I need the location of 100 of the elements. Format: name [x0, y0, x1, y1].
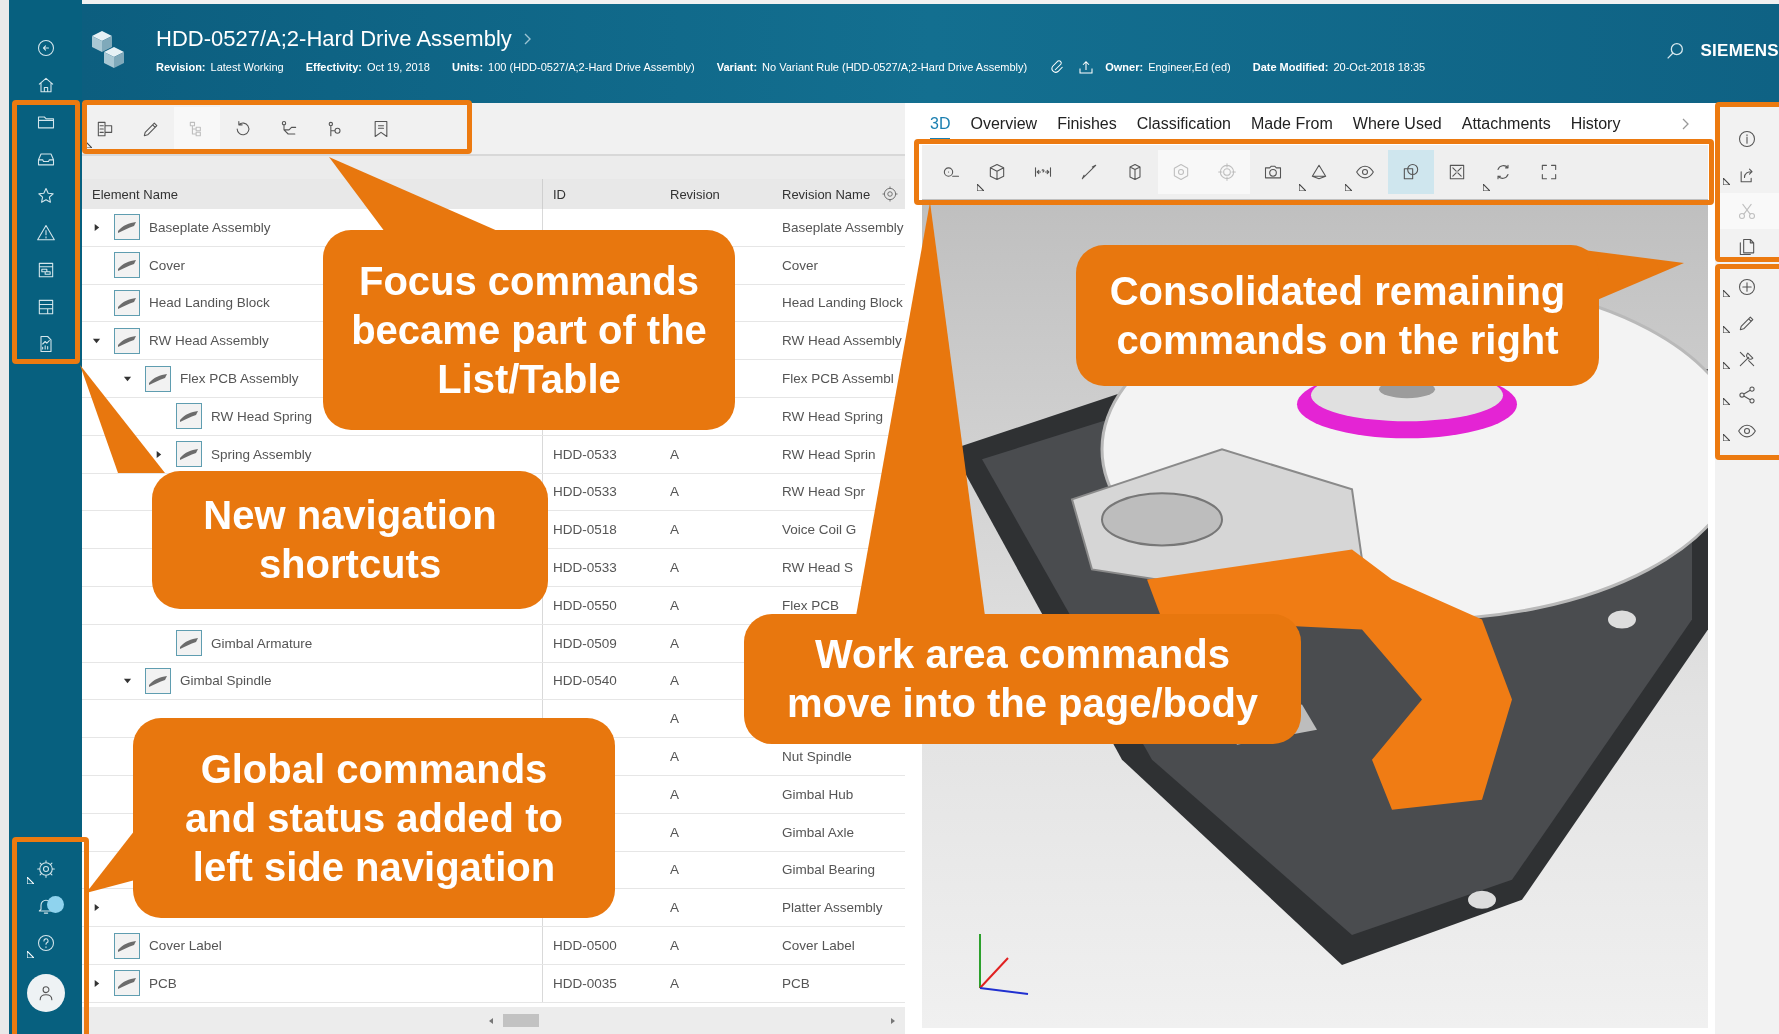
element-name[interactable]: Cover Label — [149, 938, 222, 954]
table-cell: HDD-0533 — [553, 484, 617, 500]
shapes-button[interactable] — [1388, 150, 1434, 194]
table-cell: Flex PCB — [782, 597, 839, 613]
element-name[interactable]: Head Landing Block — [149, 295, 270, 311]
warning-icon — [35, 222, 56, 243]
table-cell: Gimbal Bearing — [782, 862, 876, 878]
table-cell: A — [670, 522, 679, 538]
table-cell: HDD-0540 — [553, 673, 617, 689]
table-cell: HDD-0035 — [553, 975, 617, 991]
callout-pointer — [86, 830, 135, 893]
table-cell: A — [670, 824, 679, 840]
settings-icon[interactable] — [881, 185, 899, 203]
menu-indicator-icon — [1483, 184, 1490, 191]
tab[interactable]: 3D — [930, 108, 951, 140]
fullscreen-icon — [1539, 162, 1559, 182]
expand-arrow-icon[interactable] — [92, 978, 101, 988]
table-cell: A — [670, 749, 679, 765]
menu-indicator-icon — [1723, 290, 1730, 297]
table-cell: A — [670, 711, 679, 727]
scroll-right-icon[interactable] — [889, 1016, 897, 1025]
table-cell: Platter Assembly — [782, 900, 883, 916]
column-header[interactable]: ID — [543, 179, 660, 209]
section-icon — [1309, 162, 1329, 182]
table-cell: RW Head Spring — [782, 408, 884, 424]
collapse-arrow-icon[interactable] — [123, 374, 132, 384]
callout: Global commands and status added to left side navigation — [133, 718, 615, 918]
copy-icon — [1737, 237, 1757, 257]
table-cell: Head Landing Block — [782, 295, 903, 311]
table-cell: Baseplate Assembly — [782, 219, 904, 235]
meta-value: 100 (HDD-0527/A;2-Hard Drive Assembly) — [488, 60, 695, 73]
column-header[interactable]: Revision — [660, 179, 772, 209]
star-icon — [35, 185, 56, 206]
part-thumbnail — [176, 630, 202, 657]
tab[interactable]: Where Used — [1352, 108, 1442, 140]
table-cell: A — [670, 484, 679, 500]
tab[interactable]: Overview — [970, 108, 1038, 140]
element-name[interactable]: Spring Assembly — [211, 446, 312, 462]
info-icon — [1737, 129, 1757, 149]
scrollbar-thumb[interactable] — [503, 1014, 539, 1027]
brand-logo: SIEMENS — [1700, 40, 1779, 61]
expand-arrow-icon[interactable] — [154, 449, 163, 459]
part-thumbnail — [145, 667, 171, 694]
table-cell: Gimbal Hub — [782, 786, 854, 802]
tab[interactable]: History — [1570, 108, 1621, 140]
part-thumbnail — [114, 970, 140, 997]
callout: Consolidated remaining commands on the right — [1076, 245, 1599, 386]
collapse-arrow-icon[interactable] — [123, 676, 132, 686]
column-header[interactable]: Revision Name — [782, 186, 871, 202]
target-icon — [1217, 162, 1237, 182]
table-cell: RW Head Sprin — [782, 446, 876, 462]
meta-value: Oct 19, 2018 — [366, 60, 430, 73]
menu-indicator-icon — [977, 184, 984, 191]
callout: New navigation shortcuts — [152, 471, 548, 609]
user-avatar[interactable] — [26, 974, 65, 1012]
table-cell: Flex PCB Assembl — [782, 371, 894, 387]
menu-indicator-icon — [1723, 398, 1730, 405]
table-cell: HDD-0500 — [553, 938, 617, 954]
element-name[interactable]: Cover — [149, 257, 185, 273]
element-name[interactable]: PCB — [149, 975, 177, 991]
expand-arrow-icon[interactable] — [92, 903, 101, 913]
cube-icon — [987, 162, 1007, 182]
table-cell: RW Head S — [782, 560, 854, 576]
menu-indicator-icon — [1723, 362, 1730, 369]
chevron-icon[interactable] — [1680, 116, 1690, 132]
tab[interactable]: Finishes — [1057, 108, 1117, 140]
element-name[interactable]: RW Head Assembly — [149, 333, 269, 349]
meta-value: 20-Oct-2018 18:35 — [1333, 60, 1426, 73]
meta-label: Owner: — [1105, 60, 1144, 73]
element-name[interactable]: Gimbal Spindle — [180, 673, 272, 689]
part-thumbnail — [114, 252, 140, 279]
expand-arrow-icon[interactable] — [92, 222, 101, 232]
back-icon — [35, 37, 56, 58]
fit-icon — [1447, 162, 1467, 182]
add-icon — [1737, 277, 1757, 297]
tab[interactable]: Classification — [1136, 108, 1231, 140]
tools-icon — [1737, 349, 1757, 369]
collapse-arrow-icon[interactable] — [92, 336, 101, 346]
element-name[interactable]: Baseplate Assembly — [149, 219, 271, 235]
network-icon — [1737, 385, 1757, 405]
table-cell: A — [670, 597, 679, 613]
tab[interactable]: Attachments — [1461, 108, 1551, 140]
scroll-left-icon[interactable] — [487, 1016, 495, 1025]
menu-indicator-icon — [1345, 184, 1352, 191]
table-cell: Cover Label — [782, 938, 855, 954]
element-name[interactable]: Flex PCB Assembly — [180, 371, 299, 387]
element-name[interactable]: Gimbal Armature — [211, 635, 313, 651]
table-cell: A — [670, 446, 679, 462]
table-cell: HDD-0550 — [553, 597, 617, 613]
element-name[interactable]: RW Head Spring — [211, 408, 313, 424]
meta-value: No Variant Rule (HDD-0527/A;2-Hard Drive Assembly) — [762, 60, 1028, 73]
tab[interactable]: Made From — [1251, 108, 1333, 140]
meta-label: Date Modified: — [1252, 60, 1329, 73]
meta-label: Variant: — [716, 60, 758, 73]
settings-icon — [35, 858, 56, 879]
table-cell: A — [670, 975, 679, 991]
menu-indicator-icon — [1723, 434, 1730, 441]
table-cell: A — [670, 900, 679, 916]
help-icon — [35, 932, 56, 953]
table-cell: HDD-0509 — [553, 635, 617, 651]
